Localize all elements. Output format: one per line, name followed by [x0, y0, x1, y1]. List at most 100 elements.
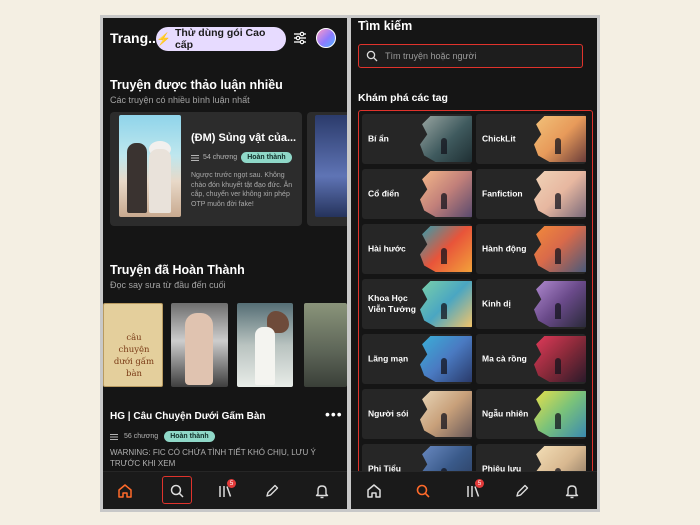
story-card[interactable]: (ĐM) Sủng vật của... 54 chương Hoàn thàn…	[110, 112, 302, 226]
story-title: (ĐM) Sủng vật của...	[191, 132, 297, 144]
avatar[interactable]	[316, 28, 336, 48]
search-icon	[170, 484, 184, 498]
story-warning: WARNING: FIC CÓ CHỨA TÌNH TIẾT KHÓ CHỊU,…	[110, 448, 316, 468]
tag-artwork	[420, 446, 472, 472]
tag-artwork	[534, 336, 586, 382]
tag-artwork	[420, 391, 472, 437]
tag-card[interactable]: Kinh dị	[476, 279, 586, 329]
nav-notifications[interactable]	[558, 479, 586, 503]
tag-artwork	[420, 336, 472, 382]
story-cover	[315, 115, 347, 217]
bell-icon	[315, 485, 329, 499]
tag-label: Hành động	[482, 243, 527, 254]
bottom-nav: 5	[351, 471, 597, 509]
nav-write[interactable]	[258, 479, 286, 503]
tag-label: Kinh dị	[482, 298, 511, 309]
story-description: Ngược trước ngọt sau. Không chào đón khu…	[191, 172, 293, 208]
search-icon	[416, 484, 430, 498]
tag-card[interactable]: Hài hước	[362, 224, 472, 274]
tag-card[interactable]: Lãng mạn	[362, 334, 472, 384]
story-meta: 56 chương Hoàn thành	[110, 431, 215, 442]
chapter-count: 54 chương	[203, 154, 238, 161]
nav-library[interactable]: 5	[459, 479, 487, 503]
tag-label: Cổ điển	[368, 188, 400, 199]
premium-label: Thử dùng gói Cao cấp	[174, 27, 266, 51]
tag-card[interactable]: Phi Tiểu	[362, 444, 472, 473]
bell-icon	[565, 485, 579, 499]
tags-heading: Khám phá các tag	[358, 92, 448, 104]
story-title[interactable]: HG | Câu Chuyện Dưới Gấm Bàn	[110, 411, 266, 422]
tag-artwork	[534, 446, 586, 472]
status-badge: Hoàn thành	[241, 152, 292, 163]
nav-write[interactable]	[508, 479, 536, 503]
story-cover	[119, 115, 181, 217]
tag-artwork	[420, 171, 472, 217]
search-input[interactable]	[385, 51, 575, 61]
tag-label: Hài hước	[368, 243, 406, 254]
nav-home[interactable]	[360, 479, 388, 503]
tag-label: ChickLit	[482, 133, 516, 144]
try-premium-button[interactable]: ⚡ Thử dùng gói Cao cấp	[156, 27, 286, 51]
tag-card[interactable]: Người sói	[362, 389, 472, 439]
home-icon	[118, 484, 132, 498]
completed-section-subtitle: Đọc say sưa từ đầu đến cuối	[110, 280, 226, 290]
tag-card[interactable]: Phiêu lưu	[476, 444, 586, 473]
page-title: Trang...	[110, 30, 160, 46]
list-icon	[191, 154, 199, 161]
book-cover[interactable]	[304, 303, 347, 387]
tag-label: Ma cà rồng	[482, 353, 527, 364]
tag-card[interactable]: ChickLit	[476, 114, 586, 164]
tag-label: Phi Tiểu	[368, 463, 401, 473]
nav-home[interactable]	[111, 479, 139, 503]
tag-artwork	[534, 391, 586, 437]
nav-search[interactable]	[163, 479, 191, 503]
tag-artwork	[534, 226, 586, 272]
nav-library[interactable]: 5	[211, 479, 239, 503]
pencil-icon	[266, 484, 279, 497]
tag-label: Người sói	[368, 408, 409, 419]
tag-label: Phiêu lưu	[482, 463, 522, 473]
story-card-next[interactable]	[307, 112, 347, 226]
tag-label: Bí ẩn	[368, 133, 389, 144]
book-cover-title: câu chuyện dưới gấm bàn	[113, 333, 155, 379]
notification-badge: 5	[227, 479, 236, 488]
filter-icon[interactable]	[293, 31, 307, 45]
discussed-section-subtitle: Các truyện có nhiều bình luận nhất	[110, 95, 250, 105]
search-bar[interactable]	[358, 44, 583, 68]
tag-artwork	[534, 171, 586, 217]
tag-card[interactable]: Ma cà rồng	[476, 334, 586, 384]
tag-card[interactable]: Fanfiction	[476, 169, 586, 219]
tag-label: Fanfiction	[482, 188, 523, 199]
tag-artwork	[534, 116, 586, 162]
tag-card[interactable]: Khoa Học Viễn Tưởng	[362, 279, 472, 329]
tag-card[interactable]: Cổ điển	[362, 169, 472, 219]
discussed-section-title: Truyện được thảo luận nhiều	[110, 78, 283, 92]
tag-card[interactable]: Bí ẩn	[362, 114, 472, 164]
page-title: Tìm kiếm	[358, 19, 413, 33]
tag-artwork	[420, 281, 472, 327]
tag-artwork	[420, 116, 472, 162]
home-icon	[367, 484, 381, 498]
more-options-icon[interactable]: •••	[325, 406, 343, 422]
book-cover[interactable]: câu chuyện dưới gấm bàn	[103, 303, 163, 387]
story-meta: 54 chương Hoàn thành	[191, 152, 292, 163]
home-screen: Trang... ⚡ Thử dùng gói Cao cấp Truyện đ…	[103, 18, 347, 509]
tag-artwork	[534, 281, 586, 327]
nav-search[interactable]	[409, 479, 437, 503]
pencil-icon	[516, 484, 529, 497]
tag-card[interactable]: Hành động	[476, 224, 586, 274]
tag-card[interactable]: Ngẫu nhiên	[476, 389, 586, 439]
book-cover[interactable]	[171, 303, 228, 387]
nav-notifications[interactable]	[308, 479, 336, 503]
notification-badge: 5	[475, 479, 484, 488]
list-icon	[110, 433, 118, 440]
bottom-nav: 5	[103, 471, 347, 509]
status-badge: Hoàn thành	[164, 431, 215, 442]
lightning-icon: ⚡	[156, 32, 171, 46]
tag-artwork	[420, 226, 472, 272]
search-screen: Tìm kiếm Khám phá các tag Bí ẩn ChickLit C…	[351, 18, 597, 509]
book-cover[interactable]	[237, 303, 293, 387]
tag-label: Lãng mạn	[368, 353, 409, 364]
screenshot-frame: Trang... ⚡ Thử dùng gói Cao cấp Truyện đ…	[100, 15, 600, 512]
search-icon	[366, 50, 378, 62]
